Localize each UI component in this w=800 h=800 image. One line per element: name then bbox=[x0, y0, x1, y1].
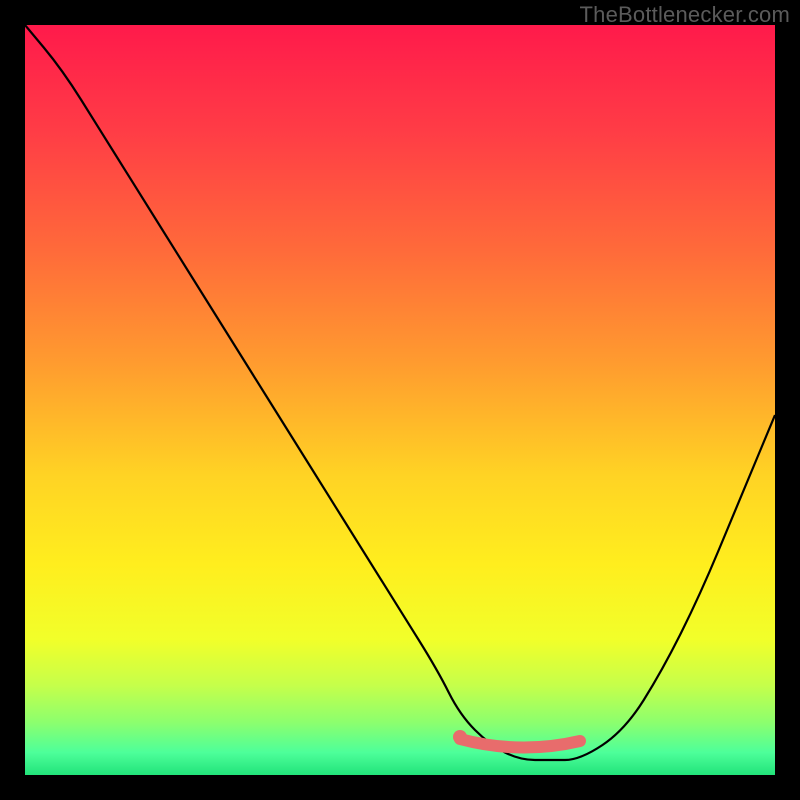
bottleneck-curve bbox=[25, 25, 775, 775]
chart-frame: TheBottlenecker.com bbox=[0, 0, 800, 800]
plot-area bbox=[25, 25, 775, 775]
optimal-range-start-dot bbox=[453, 730, 467, 744]
curve-line bbox=[25, 25, 775, 760]
optimal-range-highlight bbox=[460, 739, 580, 748]
